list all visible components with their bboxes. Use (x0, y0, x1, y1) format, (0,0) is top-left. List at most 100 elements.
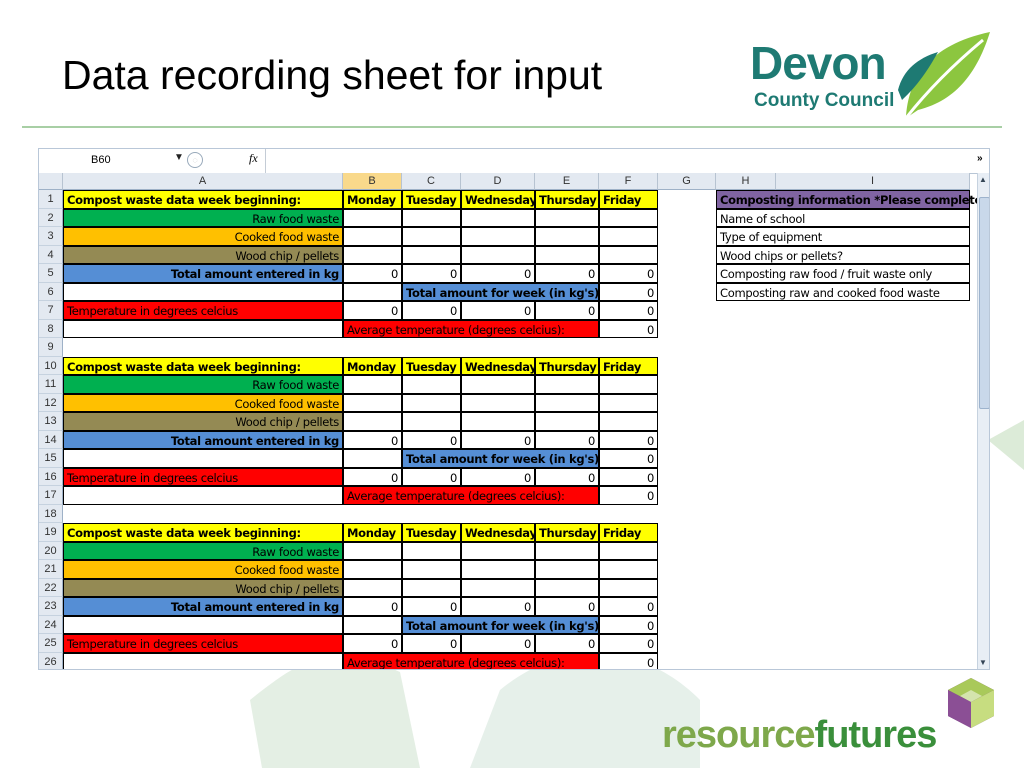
input-cell[interactable] (343, 208, 402, 227)
blank-cell[interactable] (63, 615, 343, 634)
average-temperature-value[interactable]: 0 (599, 319, 658, 338)
temperature-value-cell[interactable]: 0 (461, 301, 535, 320)
weekday-header[interactable]: Friday (599, 190, 658, 209)
input-cell[interactable] (343, 227, 402, 246)
temperature-label[interactable]: Temperature in degrees celcius (63, 467, 343, 486)
temperature-value-cell[interactable]: 0 (461, 467, 535, 486)
total-value-cell[interactable]: 0 (343, 264, 402, 283)
input-cell[interactable] (535, 375, 599, 394)
raw-food-waste-label[interactable]: Raw food waste (63, 375, 343, 394)
blank-cell[interactable] (343, 449, 402, 468)
row-header[interactable]: 18 (39, 504, 63, 523)
total-amount-label[interactable]: Total amount entered in kg (63, 264, 343, 283)
column-header-i[interactable]: I (776, 173, 970, 190)
scroll-down-icon[interactable]: ▼ (979, 658, 987, 667)
input-cell[interactable] (461, 412, 535, 431)
total-week-label[interactable]: Total amount for week (in kg's) (402, 615, 599, 634)
input-cell[interactable] (343, 393, 402, 412)
input-cell[interactable] (461, 393, 535, 412)
row-header[interactable]: 4 (39, 245, 63, 264)
blank-cell[interactable] (63, 652, 343, 669)
weekday-header[interactable]: Wednesday (461, 190, 537, 209)
temperature-value-cell[interactable]: 0 (402, 634, 461, 653)
input-cell[interactable] (599, 208, 658, 227)
row-header[interactable]: 25 (39, 634, 63, 653)
temperature-value-cell[interactable]: 0 (402, 301, 461, 320)
total-amount-label[interactable]: Total amount entered in kg (63, 597, 343, 616)
row-header[interactable]: 6 (39, 282, 63, 301)
column-header-g[interactable]: G (658, 173, 716, 190)
cancel-entry-icon[interactable]: ◌ (187, 152, 203, 168)
weekday-header[interactable]: Thursday (535, 356, 599, 375)
composting-info-item[interactable]: Type of equipment (716, 227, 970, 246)
row-header[interactable]: 3 (39, 227, 63, 246)
weekday-header[interactable]: Tuesday (402, 356, 461, 375)
raw-food-waste-label[interactable]: Raw food waste (63, 208, 343, 227)
input-cell[interactable] (461, 541, 535, 560)
input-cell[interactable] (599, 375, 658, 394)
input-cell[interactable] (599, 245, 658, 264)
input-cell[interactable] (343, 412, 402, 431)
column-header-d[interactable]: D (461, 173, 535, 190)
total-value-cell[interactable]: 0 (535, 597, 599, 616)
weekday-header[interactable]: Monday (343, 523, 402, 542)
total-value-cell[interactable]: 0 (535, 430, 599, 449)
name-box-dropdown-icon[interactable]: ▼ (174, 152, 184, 163)
input-cell[interactable] (402, 375, 461, 394)
row-header[interactable]: 9 (39, 338, 63, 357)
input-cell[interactable] (402, 393, 461, 412)
temperature-value-cell[interactable]: 0 (599, 467, 658, 486)
row-header[interactable]: 13 (39, 412, 63, 431)
cooked-food-waste-label[interactable]: Cooked food waste (63, 393, 343, 412)
weekday-header[interactable]: Wednesday (461, 356, 537, 375)
row-header[interactable]: 21 (39, 560, 63, 579)
row-header[interactable]: 23 (39, 597, 63, 616)
temperature-value-cell[interactable]: 0 (535, 634, 599, 653)
row-header[interactable]: 20 (39, 541, 63, 560)
total-value-cell[interactable]: 0 (402, 597, 461, 616)
input-cell[interactable] (343, 578, 402, 597)
weekday-header[interactable]: Monday (343, 190, 402, 209)
select-all-corner[interactable] (39, 173, 63, 190)
total-week-label[interactable]: Total amount for week (in kg's) (402, 282, 599, 301)
input-cell[interactable] (535, 578, 599, 597)
input-cell[interactable] (343, 245, 402, 264)
blank-cell[interactable] (63, 319, 343, 338)
insert-function-icon[interactable]: fx (249, 151, 258, 166)
cooked-food-waste-label[interactable]: Cooked food waste (63, 560, 343, 579)
input-cell[interactable] (402, 412, 461, 431)
row-header[interactable]: 5 (39, 264, 63, 283)
weekday-header[interactable]: Friday (599, 356, 658, 375)
temperature-label[interactable]: Temperature in degrees celcius (63, 301, 343, 320)
total-value-cell[interactable]: 0 (599, 597, 658, 616)
total-value-cell[interactable]: 0 (402, 430, 461, 449)
wood-chip-label[interactable]: Wood chip / pellets (63, 412, 343, 431)
input-cell[interactable] (461, 227, 535, 246)
input-cell[interactable] (402, 208, 461, 227)
week-beginning-label[interactable]: Compost waste data week beginning: (63, 190, 343, 209)
scroll-up-icon[interactable]: ▲ (979, 175, 987, 184)
row-header[interactable]: 12 (39, 393, 63, 412)
total-value-cell[interactable]: 0 (343, 430, 402, 449)
input-cell[interactable] (599, 393, 658, 412)
input-cell[interactable] (461, 560, 535, 579)
row-header[interactable]: 15 (39, 449, 63, 468)
input-cell[interactable] (402, 578, 461, 597)
input-cell[interactable] (402, 541, 461, 560)
input-cell[interactable] (461, 208, 535, 227)
temperature-value-cell[interactable]: 0 (535, 467, 599, 486)
column-header-b[interactable]: B (343, 173, 402, 190)
row-header[interactable]: 26 (39, 652, 63, 669)
temperature-value-cell[interactable]: 0 (343, 301, 402, 320)
vertical-scrollbar[interactable]: ▲ ▼ (977, 173, 989, 669)
wood-chip-label[interactable]: Wood chip / pellets (63, 578, 343, 597)
weekday-header[interactable]: Friday (599, 523, 658, 542)
input-cell[interactable] (402, 227, 461, 246)
raw-food-waste-label[interactable]: Raw food waste (63, 541, 343, 560)
input-cell[interactable] (402, 245, 461, 264)
composting-info-item[interactable]: Name of school (716, 208, 970, 227)
temperature-value-cell[interactable]: 0 (461, 634, 535, 653)
total-value-cell[interactable]: 0 (402, 264, 461, 283)
cooked-food-waste-label[interactable]: Cooked food waste (63, 227, 343, 246)
blank-cell[interactable] (63, 282, 343, 301)
